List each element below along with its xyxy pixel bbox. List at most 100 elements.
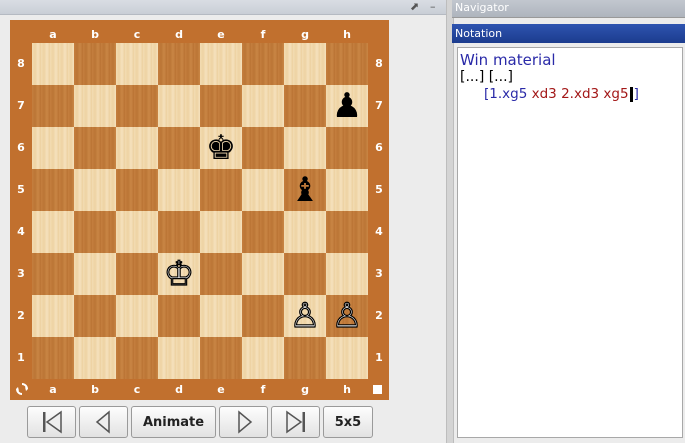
rank-label-8: 8 <box>17 57 25 70</box>
square-f5[interactable] <box>242 169 284 211</box>
square-c3[interactable] <box>116 253 158 295</box>
square-c7[interactable] <box>116 85 158 127</box>
square-c5[interactable] <box>116 169 158 211</box>
square-f8[interactable] <box>242 43 284 85</box>
square-h4[interactable] <box>326 211 368 253</box>
rank-label-5: 5 <box>375 183 383 196</box>
square-h6[interactable] <box>326 127 368 169</box>
move-1[interactable]: xg5 <box>502 86 531 102</box>
white-pawn-icon[interactable]: ♙ <box>326 295 368 337</box>
square-f3[interactable] <box>242 253 284 295</box>
square-f6[interactable] <box>242 127 284 169</box>
square-b7[interactable] <box>74 85 116 127</box>
square-g7[interactable] <box>284 85 326 127</box>
square-g8[interactable] <box>284 43 326 85</box>
square-g3[interactable] <box>284 253 326 295</box>
white-king-icon[interactable]: ♔ <box>158 253 200 295</box>
square-g4[interactable] <box>284 211 326 253</box>
undock-icon[interactable]: ⬈ <box>410 0 419 14</box>
text-cursor <box>629 86 633 102</box>
skip-to-start-icon <box>42 410 62 434</box>
rank-label-2: 2 <box>17 309 25 322</box>
file-label-c: c <box>133 383 141 396</box>
rank-label-6: 6 <box>17 141 25 154</box>
square-b6[interactable] <box>74 127 116 169</box>
file-label-e: e <box>217 28 225 41</box>
square-d6[interactable] <box>158 127 200 169</box>
black-bishop-icon[interactable]: ♝ <box>284 169 326 211</box>
animate-button-label: Animate <box>142 414 205 430</box>
board-size-button[interactable]: 5x5 <box>323 406 373 438</box>
minimize-icon[interactable]: – <box>430 0 436 14</box>
square-d5[interactable] <box>158 169 200 211</box>
move-number-2: 2. <box>561 86 574 102</box>
flip-board-icon[interactable] <box>15 382 29 396</box>
square-g1[interactable] <box>284 337 326 379</box>
square-c6[interactable] <box>116 127 158 169</box>
animate-button[interactable]: Animate <box>131 406 216 438</box>
square-d7[interactable] <box>158 85 200 127</box>
square-a5[interactable] <box>32 169 74 211</box>
rank-label-4: 4 <box>17 225 25 238</box>
square-f1[interactable] <box>242 337 284 379</box>
square-b4[interactable] <box>74 211 116 253</box>
square-d4[interactable] <box>158 211 200 253</box>
first-move-button[interactable] <box>27 406 76 438</box>
square-c8[interactable] <box>116 43 158 85</box>
square-a4[interactable] <box>32 211 74 253</box>
square-a1[interactable] <box>32 337 74 379</box>
square-h5[interactable] <box>326 169 368 211</box>
square-c2[interactable] <box>116 295 158 337</box>
square-e3[interactable] <box>200 253 242 295</box>
square-f2[interactable] <box>242 295 284 337</box>
square-a8[interactable] <box>32 43 74 85</box>
square-d2[interactable] <box>158 295 200 337</box>
next-move-button[interactable] <box>219 406 268 438</box>
square-b1[interactable] <box>74 337 116 379</box>
square-h8[interactable] <box>326 43 368 85</box>
square-e2[interactable] <box>200 295 242 337</box>
black-pawn-icon[interactable]: ♟ <box>326 85 368 127</box>
white-pawn-icon[interactable]: ♙ <box>284 295 326 337</box>
file-label-d: d <box>175 28 183 41</box>
square-c4[interactable] <box>116 211 158 253</box>
square-a6[interactable] <box>32 127 74 169</box>
square-f7[interactable] <box>242 85 284 127</box>
square-e1[interactable] <box>200 337 242 379</box>
rank-label-7: 7 <box>375 99 383 112</box>
notation-text-area[interactable]: Win material [...] [...] [1.xg5 xd3 2.xd… <box>457 47 683 438</box>
square-g6[interactable] <box>284 127 326 169</box>
square-b2[interactable] <box>74 295 116 337</box>
square-a3[interactable] <box>32 253 74 295</box>
panel-splitter[interactable] <box>446 0 454 443</box>
square-e4[interactable] <box>200 211 242 253</box>
previous-move-button[interactable] <box>79 406 128 438</box>
file-label-f: f <box>260 28 266 41</box>
side-to-move-indicator <box>373 385 382 394</box>
square-f4[interactable] <box>242 211 284 253</box>
notation-heading: Win material <box>460 51 556 69</box>
last-move-button[interactable] <box>271 406 320 438</box>
square-e5[interactable] <box>200 169 242 211</box>
move-4[interactable]: xg5 <box>603 86 628 102</box>
board-size-label: 5x5 <box>334 414 362 430</box>
square-a7[interactable] <box>32 85 74 127</box>
file-label-b: b <box>91 28 99 41</box>
move-3[interactable]: xd3 <box>574 86 603 102</box>
square-d1[interactable] <box>158 337 200 379</box>
square-b3[interactable] <box>74 253 116 295</box>
file-label-g: g <box>301 383 309 396</box>
square-e7[interactable] <box>200 85 242 127</box>
black-king-icon[interactable]: ♚ <box>200 127 242 169</box>
square-b5[interactable] <box>74 169 116 211</box>
step-forward-icon <box>237 410 252 434</box>
square-h3[interactable] <box>326 253 368 295</box>
move-2[interactable]: xd3 <box>532 86 561 102</box>
square-h1[interactable] <box>326 337 368 379</box>
square-a2[interactable] <box>32 295 74 337</box>
square-b8[interactable] <box>74 43 116 85</box>
square-d8[interactable] <box>158 43 200 85</box>
navigator-title: Navigator <box>455 1 509 14</box>
square-c1[interactable] <box>116 337 158 379</box>
square-e8[interactable] <box>200 43 242 85</box>
